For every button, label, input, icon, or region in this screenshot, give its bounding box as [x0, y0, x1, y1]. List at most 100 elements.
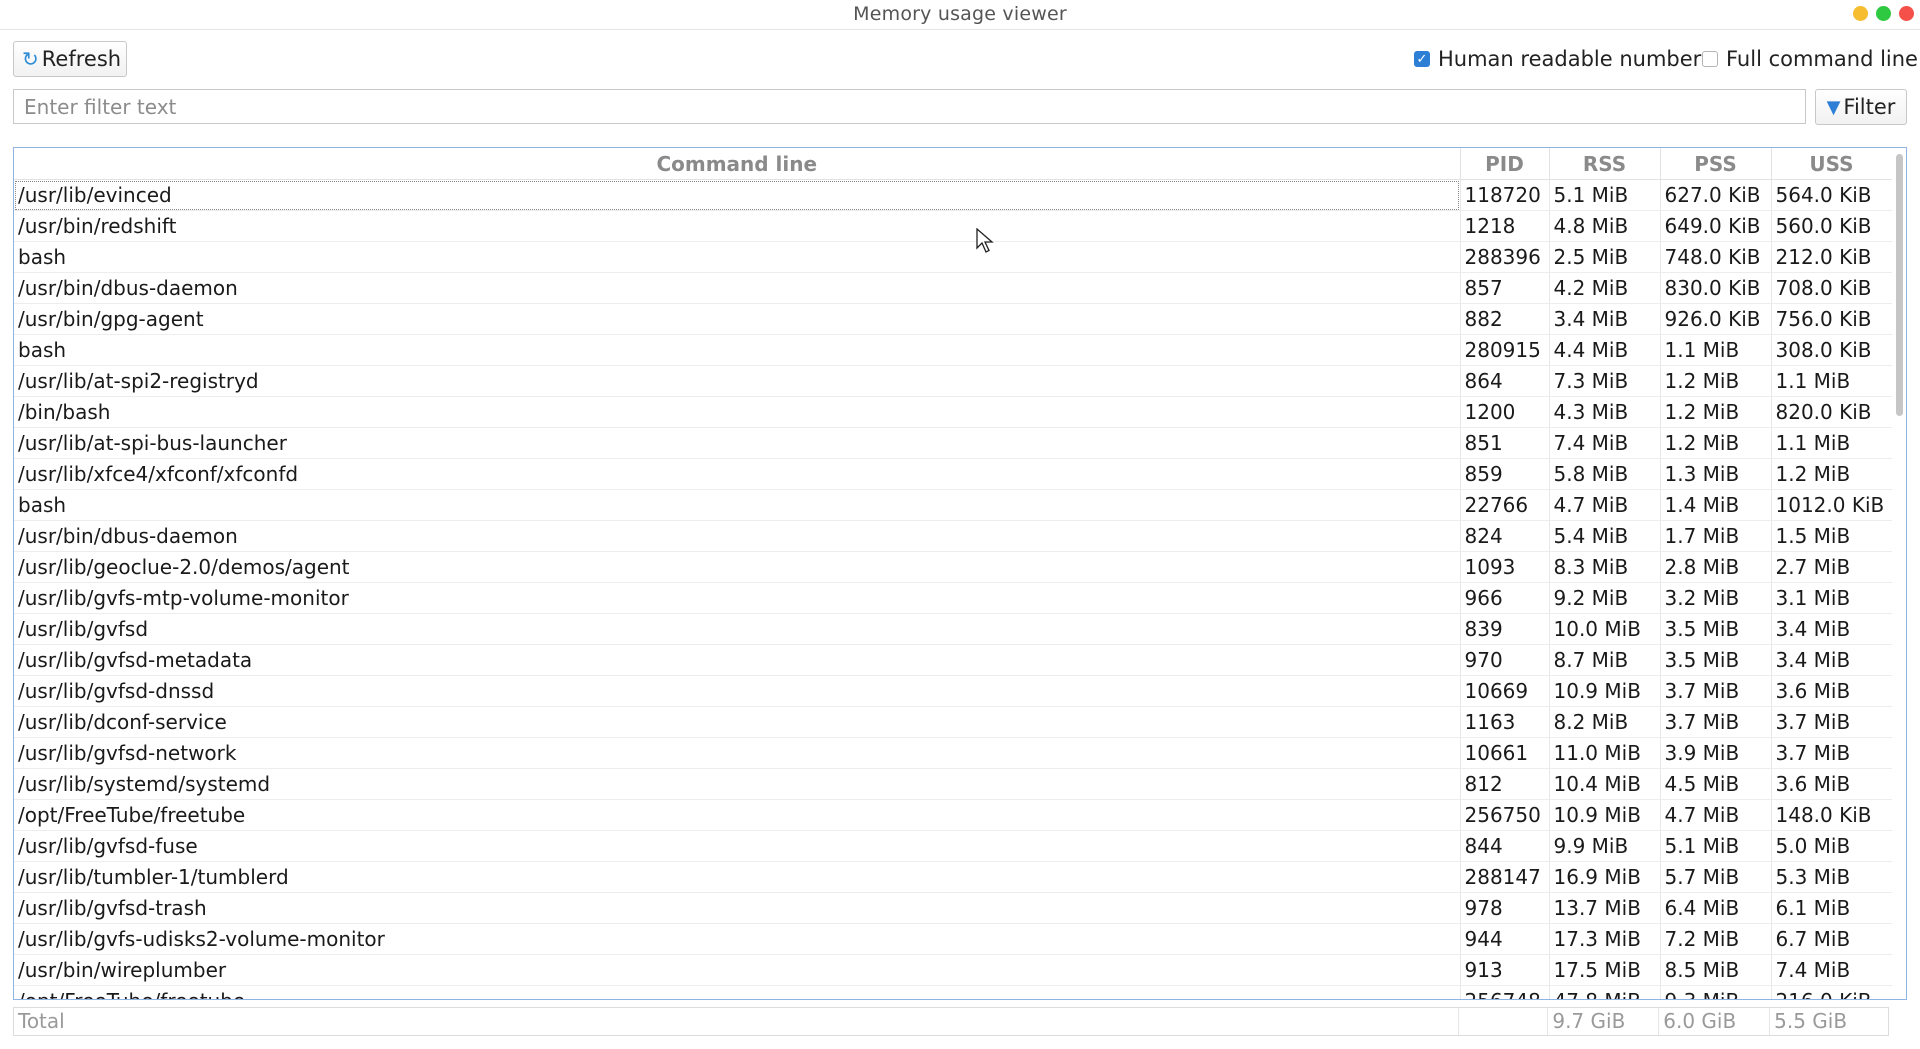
cell-command-line: /usr/bin/wireplumber: [14, 954, 1461, 986]
cell-rss: 4.4 MiB: [1549, 334, 1661, 366]
human-readable-checkbox[interactable]: ✓ Human readable numbers: [1414, 47, 1712, 71]
total-rss: 9.7 GiB: [1548, 1008, 1660, 1035]
window-title: Memory usage viewer: [853, 3, 1067, 25]
column-header-pss[interactable]: PSS: [1660, 148, 1772, 180]
process-table[interactable]: Command line PID RSS PSS USS /usr/lib/ev…: [13, 147, 1907, 1000]
cell-uss: 1.5 MiB: [1771, 520, 1893, 552]
cell-rss: 4.8 MiB: [1549, 210, 1661, 242]
cell-pss: 5.1 MiB: [1660, 830, 1772, 862]
table-row[interactable]: /usr/bin/wireplumber 913 17.5 MiB 8.5 MiB 7.…: [14, 954, 1893, 986]
scrollbar-thumb[interactable]: [1896, 154, 1903, 416]
table-row[interactable]: /usr/lib/systemd/systemd 812 10.4 MiB 4.5 M…: [14, 768, 1893, 800]
minimize-button[interactable]: [1853, 6, 1868, 21]
cell-pid: 1200: [1460, 396, 1550, 428]
cell-pss: 1.1 MiB: [1660, 334, 1772, 366]
cell-pid: 288396: [1460, 241, 1550, 273]
table-row[interactable]: /usr/lib/gvfsd-network 10661 11.0 MiB 3.9 M…: [14, 737, 1893, 769]
total-pss: 6.0 GiB: [1659, 1008, 1771, 1035]
cell-pss: 9.3 MiB: [1660, 985, 1772, 999]
cell-rss: 7.4 MiB: [1549, 427, 1661, 459]
cell-uss: 3.4 MiB: [1771, 644, 1893, 676]
cell-command-line: /usr/lib/evinced: [14, 179, 1461, 211]
cell-uss: 3.7 MiB: [1771, 706, 1893, 738]
cell-rss: 4.7 MiB: [1549, 489, 1661, 521]
cell-pid: 913: [1460, 954, 1550, 986]
cell-pid: 118720: [1460, 179, 1550, 211]
cell-pss: 1.4 MiB: [1660, 489, 1772, 521]
cell-pid: 812: [1460, 768, 1550, 800]
cell-pid: 288147: [1460, 861, 1550, 893]
table-header: Command line PID RSS PSS USS: [14, 148, 1893, 180]
cell-uss: 5.3 MiB: [1771, 861, 1893, 893]
table-row[interactable]: /opt/FreeTube/freetube25674847.8 MiB9.3 …: [14, 985, 1893, 999]
maximize-button[interactable]: [1876, 6, 1891, 21]
column-header-pid[interactable]: PID: [1460, 148, 1550, 180]
cell-pid: 824: [1460, 520, 1550, 552]
filter-input[interactable]: [13, 89, 1806, 124]
cell-pss: 5.7 MiB: [1660, 861, 1772, 893]
table-row[interactable]: bash 288396 2.5 MiB 748.0 KiB 212.0 KiB: [14, 241, 1893, 273]
table-row[interactable]: /usr/lib/xfce4/xfconf/xfconfd 859 5.8 MiB 1…: [14, 458, 1893, 490]
table-row[interactable]: /usr/lib/gvfs-mtp-volume-monitor 966 9.2 M…: [14, 582, 1893, 614]
cell-rss: 9.9 MiB: [1549, 830, 1661, 862]
total-row: Total 9.7 GiB 6.0 GiB 5.5 GiB: [13, 1007, 1889, 1036]
table-row[interactable]: /usr/bin/gpg-agent 882 3.4 MiB 926.0 KiB 756…: [14, 303, 1893, 335]
cell-pss: 6.4 MiB: [1660, 892, 1772, 924]
table-row[interactable]: /usr/lib/gvfsd 839 10.0 MiB 3.5 MiB 3.4 MiB: [14, 613, 1893, 645]
cell-uss: 308.0 KiB: [1771, 334, 1893, 366]
refresh-label: Refresh: [41, 47, 122, 71]
cell-command-line: /usr/lib/gvfs-mtp-volume-monitor: [14, 582, 1461, 614]
table-row[interactable]: /usr/bin/dbus-daemon 857 4.2 MiB 830.0 KiB 7…: [14, 272, 1893, 304]
close-button[interactable]: [1899, 6, 1914, 21]
filter-button[interactable]: ▼ Filter: [1815, 89, 1907, 125]
table-row[interactable]: /usr/lib/gvfsd-fuse 844 9.9 MiB 5.1 MiB 5.0 …: [14, 830, 1893, 862]
table-row[interactable]: /usr/lib/tumbler-1/tumblerd 288147 16.9 Mi…: [14, 861, 1893, 893]
cell-rss: 47.8 MiB: [1549, 985, 1661, 999]
column-header-rss[interactable]: RSS: [1549, 148, 1661, 180]
cell-command-line: /opt/FreeTube/freetube: [14, 985, 1461, 999]
column-header-uss[interactable]: USS: [1771, 148, 1893, 180]
cell-rss: 4.3 MiB: [1549, 396, 1661, 428]
full-command-line-checkbox[interactable]: Full command line: [1702, 47, 1918, 71]
table-row[interactable]: /usr/lib/gvfs-udisks2-volume-monitor 944 1…: [14, 923, 1893, 955]
mouse-pointer-icon: [976, 228, 994, 253]
cell-rss: 5.4 MiB: [1549, 520, 1661, 552]
table-row[interactable]: /usr/lib/at-spi2-registryd 864 7.3 MiB 1.2 …: [14, 365, 1893, 397]
table-row[interactable]: bash 22766 4.7 MiB 1.4 MiB 1012.0 KiB: [14, 489, 1893, 521]
cell-pid: 844: [1460, 830, 1550, 862]
column-header-command-line[interactable]: Command line: [14, 148, 1461, 180]
table-row[interactable]: /opt/FreeTube/freetube 256750 10.9 MiB 4.7 …: [14, 799, 1893, 831]
cell-pid: 882: [1460, 303, 1550, 335]
table-row[interactable]: /usr/bin/dbus-daemon 824 5.4 MiB 1.7 MiB 1.5…: [14, 520, 1893, 552]
table-row[interactable]: /usr/lib/evinced 118720 5.1 MiB 627.0 KiB 56…: [14, 179, 1893, 211]
cell-pid: 851: [1460, 427, 1550, 459]
vertical-scrollbar[interactable]: [1892, 148, 1906, 999]
cell-pss: 3.2 MiB: [1660, 582, 1772, 614]
table-row[interactable]: /usr/lib/gvfsd-dnssd 10669 10.9 MiB 3.7 MiB…: [14, 675, 1893, 707]
table-row[interactable]: /usr/lib/dconf-service 1163 8.2 MiB 3.7 MiB…: [14, 706, 1893, 738]
cell-command-line: /usr/lib/dconf-service: [14, 706, 1461, 738]
cell-command-line: /usr/bin/dbus-daemon: [14, 272, 1461, 304]
table-row[interactable]: bash 280915 4.4 MiB 1.1 MiB 308.0 KiB: [14, 334, 1893, 366]
table-row[interactable]: /bin/bash 1200 4.3 MiB 1.2 MiB 820.0 KiB: [14, 396, 1893, 428]
cell-command-line: /usr/bin/redshift: [14, 210, 1461, 242]
cell-pss: 649.0 KiB: [1660, 210, 1772, 242]
cell-pid: 256748: [1460, 985, 1550, 999]
cell-pss: 1.7 MiB: [1660, 520, 1772, 552]
refresh-button[interactable]: ↻ Refresh: [13, 41, 127, 77]
table-row[interactable]: /usr/lib/gvfsd-trash 978 13.7 MiB 6.4 MiB 6.…: [14, 892, 1893, 924]
cell-pss: 3.9 MiB: [1660, 737, 1772, 769]
cell-command-line: bash: [14, 489, 1461, 521]
table-row[interactable]: /usr/lib/at-spi-bus-launcher 851 7.4 MiB 1.…: [14, 427, 1893, 459]
table-row[interactable]: /usr/bin/redshift 1218 4.8 MiB 649.0 KiB 560…: [14, 210, 1893, 242]
cell-uss: 3.4 MiB: [1771, 613, 1893, 645]
table-row[interactable]: /usr/lib/gvfsd-metadata 970 8.7 MiB 3.5 MiB…: [14, 644, 1893, 676]
cell-uss: 1.2 MiB: [1771, 458, 1893, 490]
table-row[interactable]: /usr/lib/geoclue-2.0/demos/agent 1093 8.3 …: [14, 551, 1893, 583]
cell-uss: 756.0 KiB: [1771, 303, 1893, 335]
cell-pid: 970: [1460, 644, 1550, 676]
cell-command-line: /opt/FreeTube/freetube: [14, 799, 1461, 831]
filter-label: Filter: [1843, 95, 1896, 119]
cell-command-line: /usr/lib/gvfs-udisks2-volume-monitor: [14, 923, 1461, 955]
cell-command-line: /usr/lib/tumbler-1/tumblerd: [14, 861, 1461, 893]
